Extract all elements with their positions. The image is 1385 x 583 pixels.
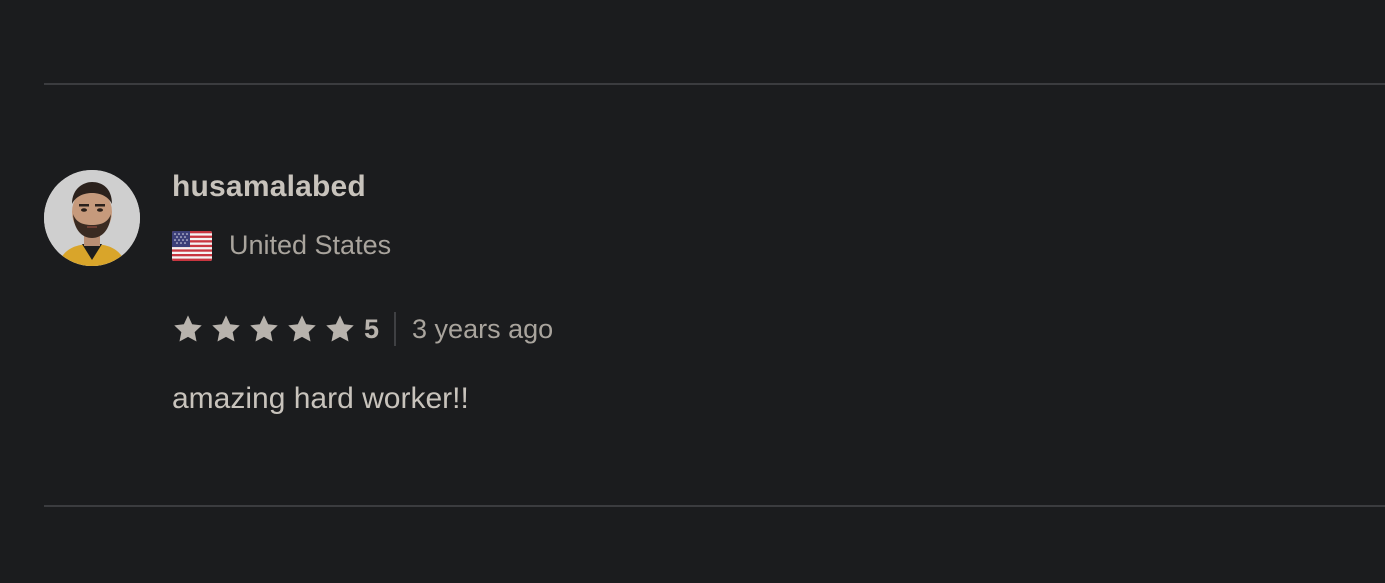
avatar-photo <box>44 170 140 266</box>
rating-score: 5 <box>364 313 380 344</box>
review-timestamp: 3 years ago <box>412 313 554 344</box>
star-icon <box>288 315 316 342</box>
reviewer-location: United States <box>172 230 391 261</box>
star-icon <box>212 315 240 342</box>
star-icon <box>174 315 202 342</box>
review-page: husamalabed United States 5 3 years ago … <box>0 0 1385 583</box>
star-icon <box>250 315 278 342</box>
reviewer-username[interactable]: husamalabed <box>172 170 366 204</box>
bottom-divider <box>44 505 1385 507</box>
top-divider <box>44 83 1385 85</box>
reviewer-country: United States <box>229 230 392 260</box>
avatar[interactable] <box>44 170 140 266</box>
us-flag-icon <box>172 230 212 261</box>
review-comment: amazing hard worker!! <box>172 382 469 415</box>
star-icon <box>326 315 354 342</box>
rating-separator <box>394 312 397 346</box>
rating-row: 5 3 years ago <box>172 312 553 346</box>
star-rating <box>172 313 362 345</box>
